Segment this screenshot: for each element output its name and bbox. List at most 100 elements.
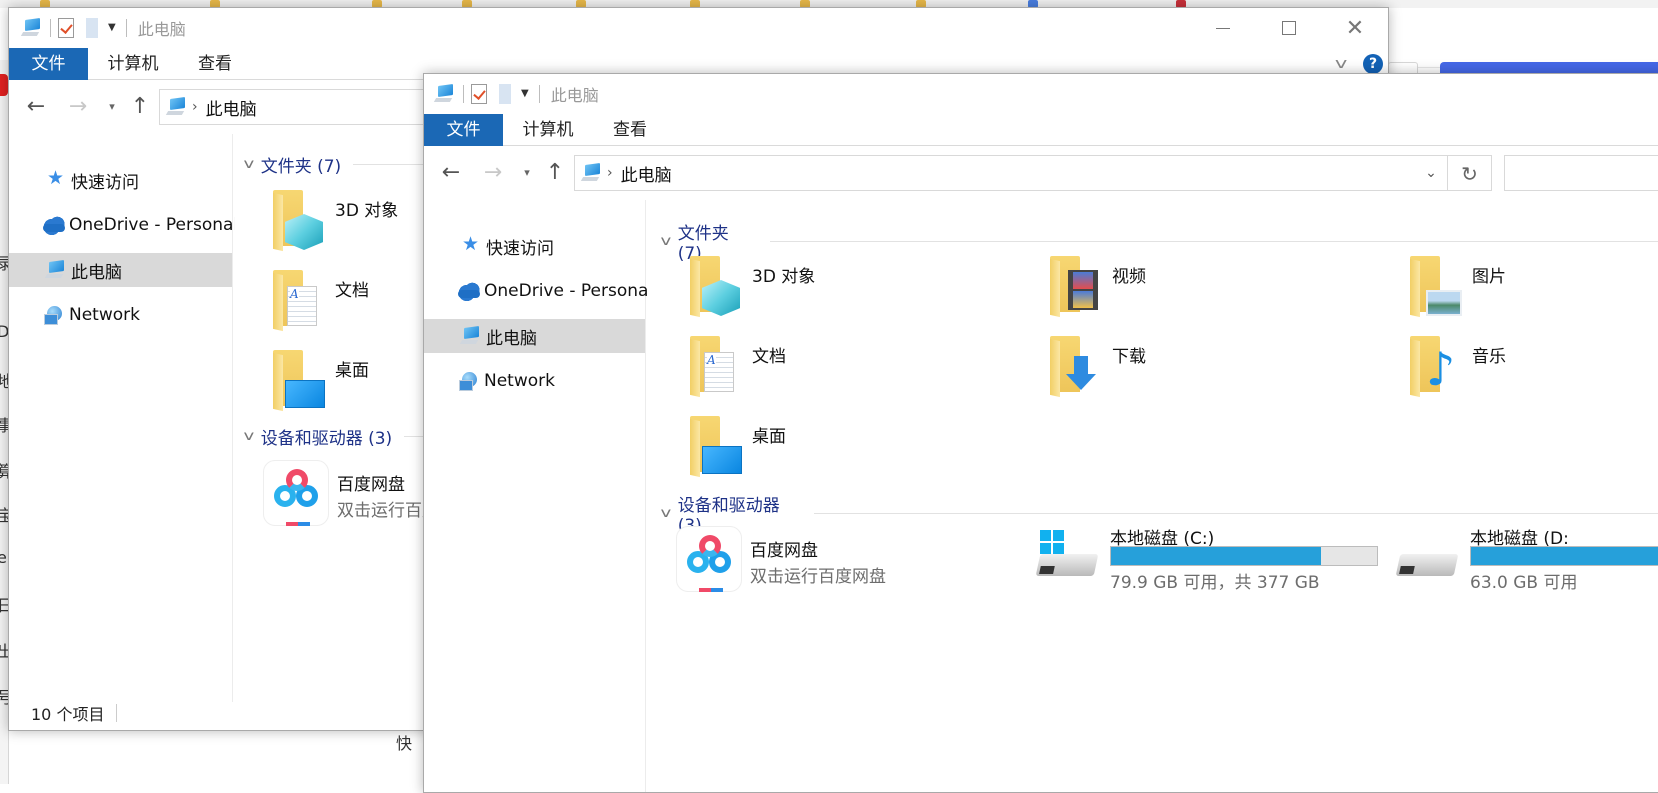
back-button[interactable]: ← [438,159,464,187]
up-button[interactable]: ↑ [127,93,153,121]
nav-item-this-pc[interactable]: 此电脑 [424,319,645,353]
address-bar[interactable]: › 此电脑 ⌄ [574,155,1448,191]
recent-locations-chevron-icon[interactable]: ▾ [99,93,125,121]
tab-file[interactable]: 文件 [9,48,88,80]
this-pc-icon [20,17,43,38]
nav-item-label: 此电脑 [71,262,122,283]
tab-computer[interactable]: 计算机 [97,48,169,80]
minimize-button[interactable] [1190,8,1256,48]
drive-tile-c[interactable]: 本地磁盘 (C:) 79.9 GB 可用，共 377 GB [1035,524,1378,594]
collapse-chevron-icon[interactable]: v [660,506,671,521]
breadcrumb-this-pc[interactable]: 此电脑 [206,95,257,120]
quick-access-toolbar: ▼ 此电脑 [20,16,186,40]
documents-folder-icon [271,270,325,332]
nav-item-label: 快速访问 [486,238,554,259]
tab-view[interactable]: 查看 [185,48,245,80]
drive-usage-fill [1111,547,1321,565]
folder-label: 桌面 [335,361,369,381]
customize-toolbar-dropdown-icon[interactable]: ▼ [521,89,529,99]
documents-folder-icon [688,336,742,398]
this-pc-icon [459,325,482,346]
customize-toolbar-dropdown-icon[interactable]: ▼ [108,23,116,33]
properties-icon[interactable] [58,18,74,38]
system-drive-icon [1035,530,1099,580]
music-folder-icon: ♪ [1408,336,1462,398]
drive-tile-d[interactable]: 本地磁盘 (D: 63.0 GB 可用 [1395,524,1658,594]
forward-button[interactable]: → [65,93,91,121]
collapse-chevron-icon[interactable]: v [243,429,254,444]
window-title: 此电脑 [137,20,186,39]
address-history-chevron-icon[interactable]: ⌄ [1417,156,1445,190]
drive-usage-bar [1470,546,1658,566]
window-title: 此电脑 [550,86,599,105]
new-folder-icon[interactable] [86,18,98,38]
back-button[interactable]: ← [23,93,49,121]
baidu-netdisk-icon [263,460,329,526]
nav-item-label: Network [69,305,140,325]
group-label: 设备和驱动器 (3) [260,429,393,449]
folder-label: 图片 [1472,267,1506,287]
expand-ribbon-chevron-icon[interactable]: v [1335,56,1347,72]
nav-item-quick-access[interactable]: 快速访问 [424,229,645,263]
properties-icon[interactable] [471,84,487,104]
nav-item-network[interactable]: Network [9,298,232,332]
folder-tile-3d-objects[interactable]: 3D 对象 [688,256,1028,326]
desktop-folder-icon [271,350,325,412]
nav-item-label: OneDrive - Personal [69,215,239,235]
3d-objects-folder-icon [271,190,325,252]
collapse-chevron-icon[interactable]: v [243,157,254,172]
breadcrumb-separator-icon: › [607,165,613,181]
folder-tile-downloads[interactable]: 下载 [1048,336,1388,406]
collapse-chevron-icon[interactable]: v [660,234,671,249]
pictures-folder-icon [1408,256,1462,318]
tab-computer[interactable]: 计算机 [512,114,584,146]
help-button[interactable]: ? [1363,54,1383,74]
refresh-button[interactable]: ↻ [1448,155,1492,191]
explorer-window-front: ▼ 此电脑 文件 计算机 查看 ← → ▾ ↑ › 此电脑 ⌄ ↻ 快速访问 O… [423,73,1658,793]
drive-usage-bar [1110,546,1378,566]
maximize-icon [1282,21,1296,35]
folder-label: 下载 [1112,347,1146,367]
star-icon [460,233,482,256]
nav-item-onedrive[interactable]: OneDrive - Personal [9,208,238,242]
nav-item-network[interactable]: Network [424,364,645,398]
folder-label: 音乐 [1472,347,1506,367]
folder-label: 3D 对象 [752,267,816,287]
navigation-pane: 快速访问 OneDrive - Personal 此电脑 Network [424,200,653,792]
nav-item-quick-access[interactable]: 快速访问 [9,163,232,197]
this-pc-icon [44,259,67,280]
breadcrumb-this-pc[interactable]: 此电脑 [621,161,672,186]
new-folder-icon[interactable] [499,84,511,104]
desktop-folder-icon [688,416,742,478]
search-input[interactable] [1504,155,1658,191]
folder-label: 文档 [335,281,369,301]
nav-item-this-pc[interactable]: 此电脑 [9,253,232,287]
tab-file[interactable]: 文件 [424,114,503,146]
recent-locations-chevron-icon[interactable]: ▾ [514,159,540,187]
window-controls: ✕ [1190,8,1388,48]
network-icon [458,371,480,391]
title-bar[interactable]: ▼ 此电脑 ✕ [9,8,1388,48]
ribbon-tabs: 文件 计算机 查看 [424,114,1658,146]
folder-tile-desktop[interactable]: 桌面 [688,416,1028,486]
device-tile-baidu-netdisk[interactable]: 百度网盘 双击运行百度网盘 [676,526,1016,596]
downloads-folder-icon [1048,336,1102,398]
drive-icon [1395,530,1459,580]
nav-item-label: OneDrive - Personal [484,281,654,301]
tab-view[interactable]: 查看 [600,114,660,146]
folder-tile-music[interactable]: ♪ 音乐 [1408,336,1658,406]
forward-button[interactable]: → [480,159,506,187]
group-label: 文件夹 (7) [260,157,342,177]
folder-tile-pictures[interactable]: 图片 [1408,256,1658,326]
quick-access-toolbar: ▼ 此电脑 [433,82,599,106]
maximize-button[interactable] [1256,8,1322,48]
close-button[interactable]: ✕ [1322,8,1388,48]
title-bar[interactable]: ▼ 此电脑 [424,74,1658,114]
network-icon [43,305,65,325]
folder-tile-videos[interactable]: 视频 [1048,256,1388,326]
item-count: 10 个项目 [31,705,105,724]
folder-tile-documents[interactable]: 文档 [688,336,1028,406]
nav-item-onedrive[interactable]: OneDrive - Personal [424,274,653,308]
up-button[interactable]: ↑ [542,159,568,187]
onedrive-cloud-icon [458,281,480,301]
